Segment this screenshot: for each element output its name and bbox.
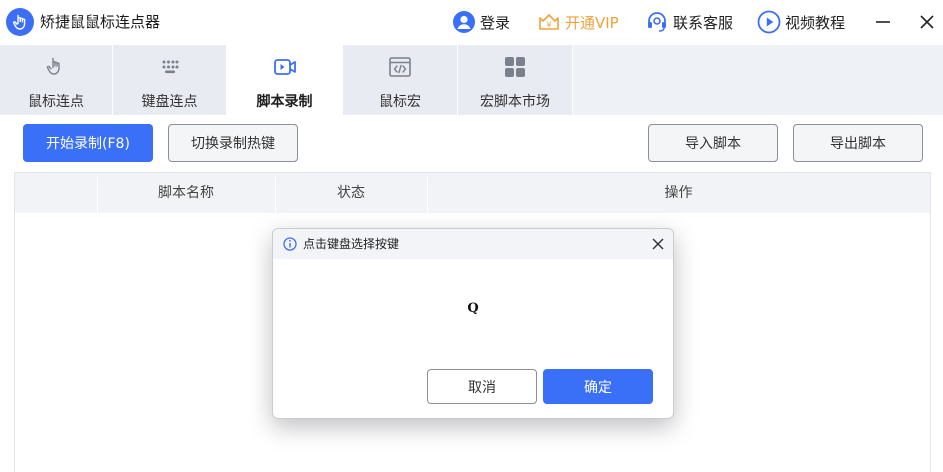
service-label: 联系客服 <box>673 13 734 32</box>
cancel-button[interactable]: 取消 <box>427 369 537 404</box>
vip-button[interactable]: ¥ 开通VIP <box>537 10 619 34</box>
tab-script-record[interactable]: 脚本录制 <box>227 45 343 115</box>
minimize-icon <box>876 21 890 23</box>
svg-text:¥: ¥ <box>546 21 551 30</box>
app-title: 矫捷鼠鼠标连点器 <box>40 13 161 31</box>
vip-label: 开通VIP <box>565 13 619 32</box>
confirm-button[interactable]: 确定 <box>543 369 653 404</box>
close-icon <box>920 15 934 29</box>
tab-bar: 鼠标连点 键盘连点 脚本录制 鼠标宏 宏脚本市场 <box>0 45 943 115</box>
minimize-button[interactable] <box>872 11 894 33</box>
dialog-header: 点击键盘选择按键 <box>273 229 673 259</box>
select-key-dialog: 点击键盘选择按键 Q 取消 确定 <box>272 228 674 419</box>
play-circle-icon <box>757 10 781 34</box>
column-header-name: 脚本名称 <box>158 185 214 201</box>
tab-macro-market[interactable]: 宏脚本市场 <box>458 45 573 115</box>
tab-label: 宏脚本市场 <box>480 94 550 110</box>
column-header-actions: 操作 <box>664 185 693 201</box>
start-record-button[interactable]: 开始录制(F8) <box>23 124 153 162</box>
export-script-button[interactable]: 导出脚本 <box>793 124 923 162</box>
customer-service-button[interactable]: 联系客服 <box>645 10 733 34</box>
user-icon <box>452 10 476 34</box>
headset-icon <box>645 10 669 34</box>
dialog-title: 点击键盘选择按键 <box>303 237 400 251</box>
pointer-hand-icon <box>44 55 68 79</box>
tab-label: 鼠标连点 <box>28 94 84 110</box>
tab-mouse-macro[interactable]: 鼠标宏 <box>343 45 458 115</box>
vip-coin-icon: ¥ <box>537 10 561 34</box>
tab-keyboard-click[interactable]: 键盘连点 <box>113 45 227 115</box>
title-bar: 矫捷鼠鼠标连点器 登录 ¥ 开通VIP 联系客服 视频教程 <box>0 0 943 45</box>
app-logo-icon <box>6 8 34 36</box>
switch-hotkey-button[interactable]: 切换录制热键 <box>168 124 298 162</box>
tab-label: 键盘连点 <box>141 94 198 110</box>
close-window-button[interactable] <box>916 11 938 33</box>
grid-market-icon <box>503 55 527 79</box>
video-tutorial-button[interactable]: 视频教程 <box>757 10 845 34</box>
login-button[interactable]: 登录 <box>452 10 510 34</box>
dialog-close-icon[interactable] <box>651 237 665 251</box>
video-record-icon <box>273 55 297 79</box>
tab-mouse-click[interactable]: 鼠标连点 <box>0 45 113 115</box>
video-label: 视频教程 <box>785 13 846 32</box>
info-icon <box>283 237 297 251</box>
tab-label: 脚本录制 <box>256 94 313 110</box>
import-script-button[interactable]: 导入脚本 <box>648 124 778 162</box>
code-window-icon <box>388 55 412 79</box>
selected-key: Q <box>467 301 479 316</box>
tab-label: 鼠标宏 <box>379 94 421 110</box>
table-header: 脚本名称 状态 操作 <box>15 173 930 213</box>
keyboard-icon <box>158 55 182 79</box>
column-header-status: 状态 <box>337 185 365 201</box>
login-label: 登录 <box>480 13 511 32</box>
